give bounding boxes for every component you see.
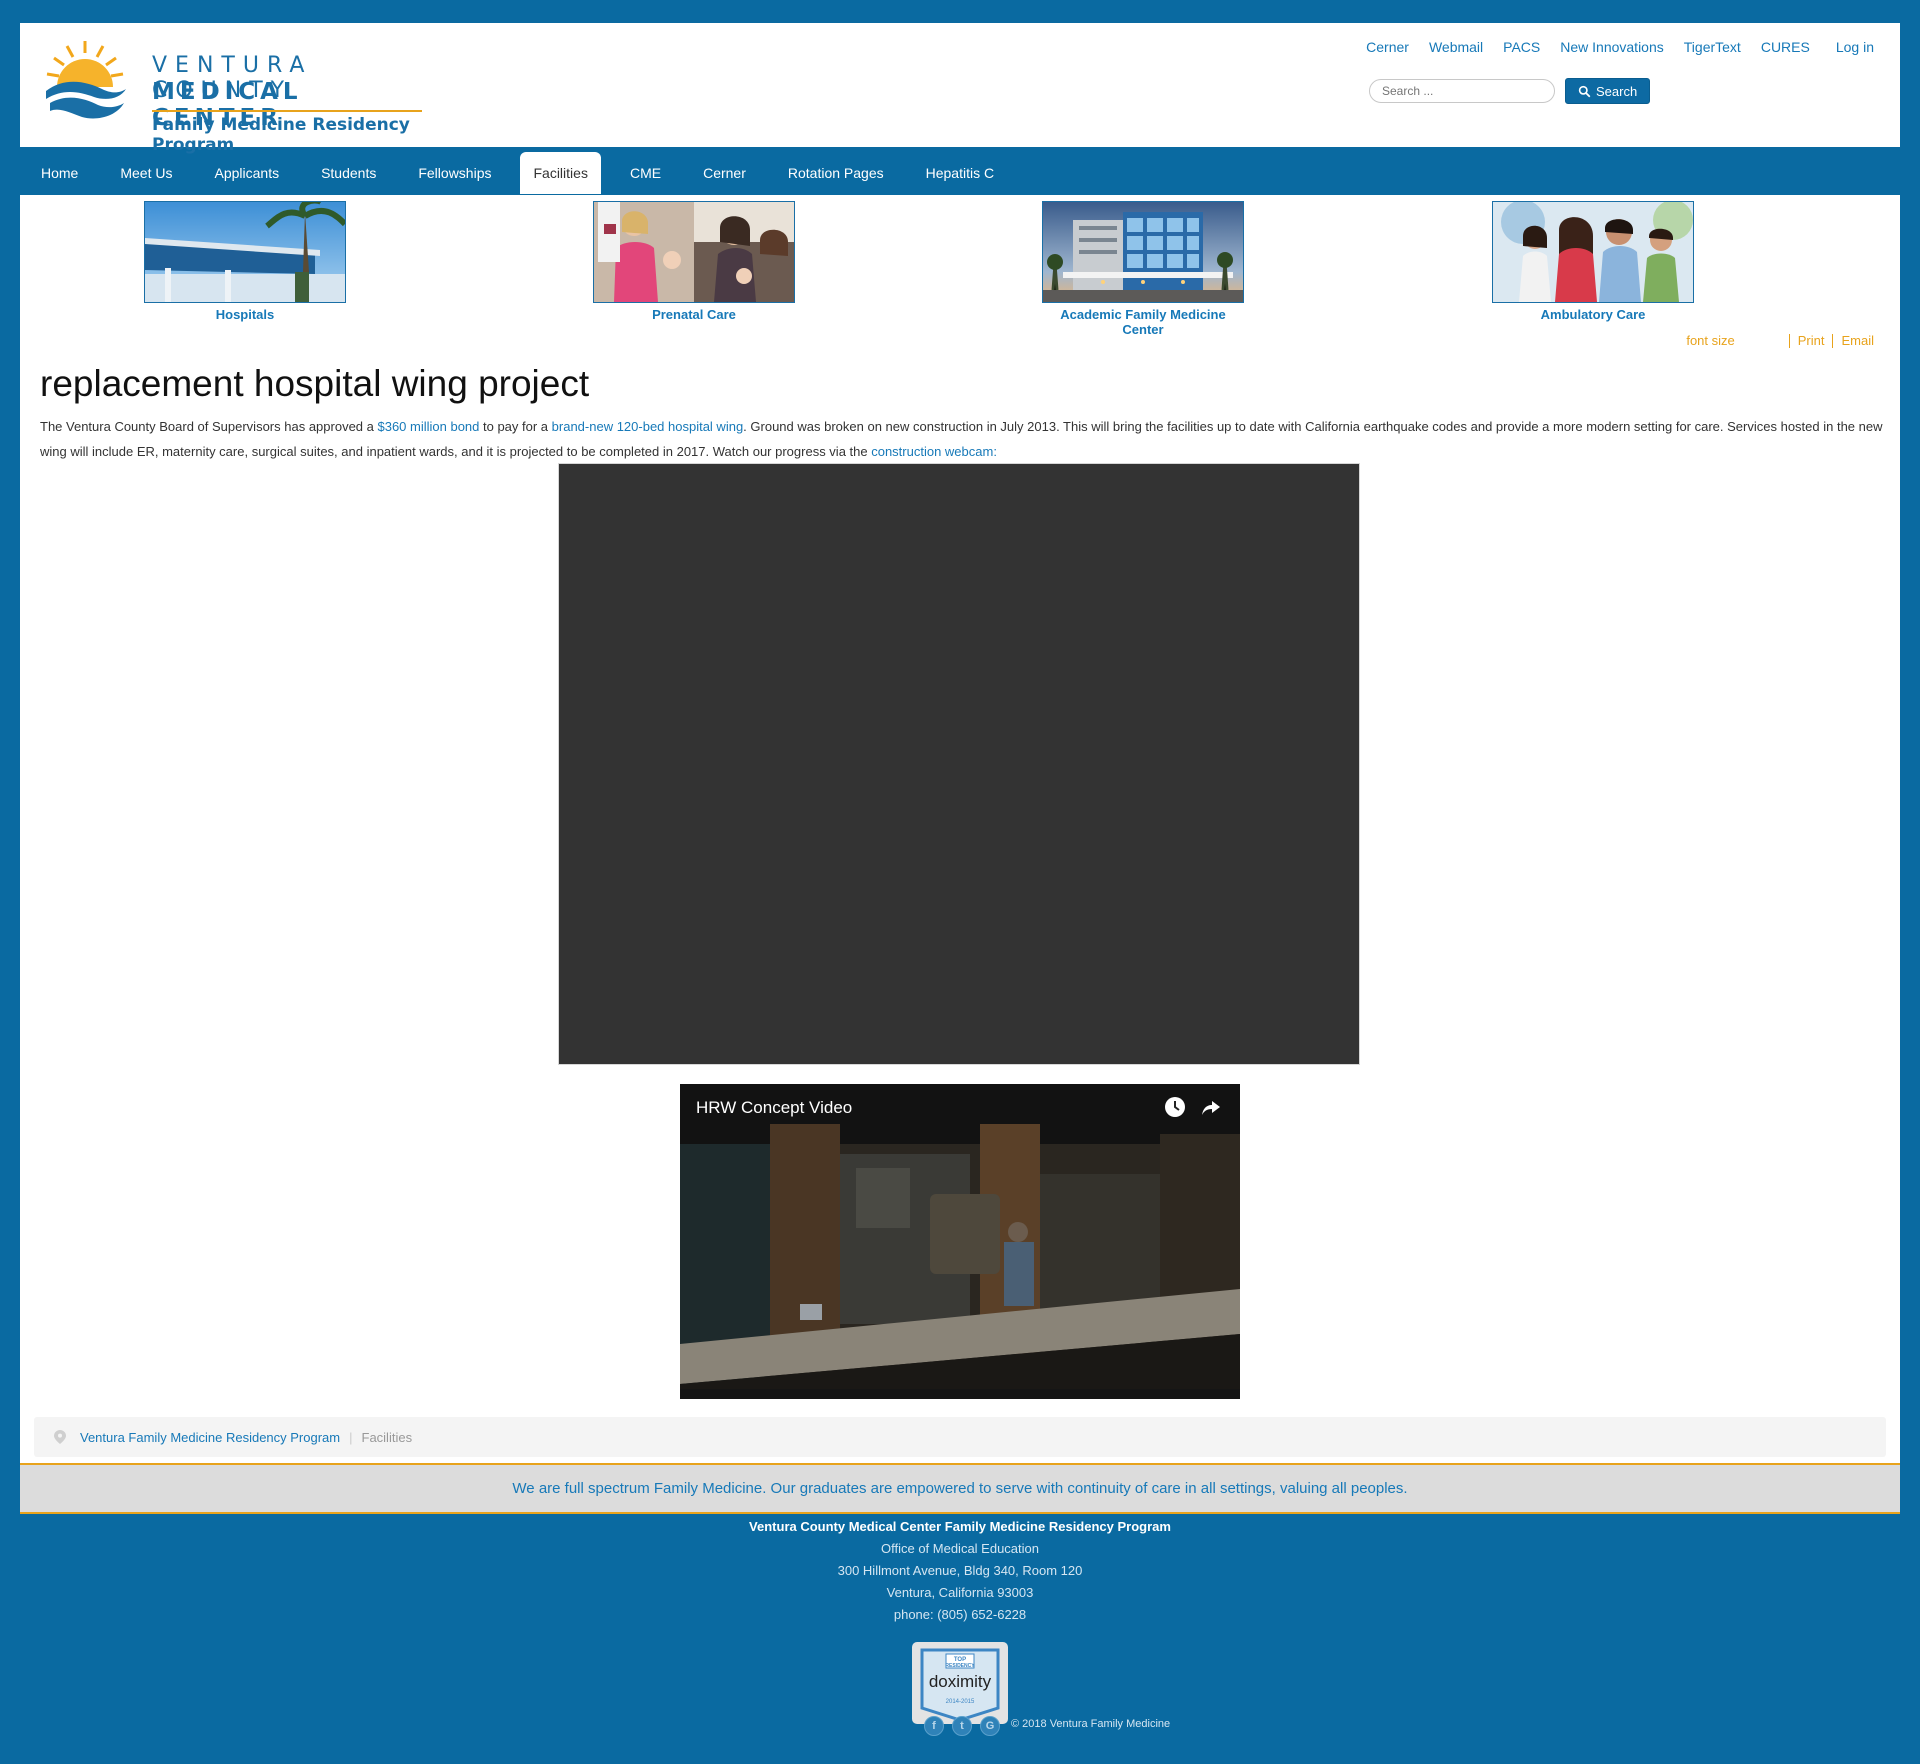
nav-item-hepatitis-c[interactable]: Hepatitis C [905,153,1015,193]
search-form: Search [1369,78,1651,104]
construction-webcam-link[interactable]: construction webcam: [871,444,997,459]
video-title[interactable]: HRW Concept Video [696,1098,852,1118]
hospitals-image[interactable] [144,201,346,303]
print-link[interactable]: Print [1798,333,1825,348]
nav-item-cerner[interactable]: Cerner [682,153,767,193]
nav-item-home[interactable]: Home [20,153,99,193]
concept-video-player[interactable]: HRW Concept Video [680,1084,1240,1399]
util-link-cures[interactable]: CURES [1761,39,1810,55]
util-link-new-innovations[interactable]: New Innovations [1560,39,1664,55]
tools-divider [1832,333,1834,348]
facility-caption-hospitals[interactable]: Hospitals [144,307,346,322]
font-size-control[interactable]: font size [1686,333,1734,348]
breadcrumb-current: Facilities [361,1429,413,1445]
badge-brand-text: doximity [929,1672,992,1691]
twitter-icon[interactable]: t [952,1716,972,1736]
main-nav: Home Meet Us Applicants Students Fellows… [20,147,1900,195]
facebook-icon[interactable]: f [924,1716,944,1736]
page: VENTURA COUNTY MEDICAL CENTER Family Med… [0,0,1920,1764]
footer-org-name: Ventura County Medical Center Family Med… [749,1519,1171,1534]
academic-family-medicine-center-image[interactable] [1042,201,1244,303]
breadcrumb-separator: | [349,1429,353,1445]
hospital-wing-link[interactable]: brand-new 120-bed hospital wing [552,419,744,434]
video-controls [1164,1096,1222,1118]
nav-item-students[interactable]: Students [300,153,397,193]
badge-years-text: 2014-2015 [946,1699,975,1705]
search-icon [1578,85,1591,97]
util-link-pacs[interactable]: PACS [1503,39,1540,55]
breadcrumb: Ventura Family Medicine Residency Progra… [34,1417,1886,1457]
search-input[interactable] [1369,79,1555,103]
article-intro: The Ventura County Board of Supervisors … [40,414,1890,464]
facility-card-hospitals[interactable]: Hospitals [144,201,346,322]
location-pin-icon [54,1430,66,1444]
bond-link[interactable]: $360 million bond [377,419,479,434]
doximity-badge-icon: TOP RESIDENCY doximity 2014-2015 [920,1648,1000,1722]
utility-links: Cerner Webmail PACS New Innovations Tige… [1366,39,1874,55]
main-content: Hospitals Prenatal Care Academic Family … [20,195,1900,1463]
mission-banner: We are full spectrum Family Medicine. Ou… [20,1463,1900,1514]
copyright: © 2018 Ventura Family Medicine [1011,1718,1171,1730]
facility-caption-prenatal-care[interactable]: Prenatal Care [593,307,795,322]
footer-address: 300 Hillmont Avenue, Bldg 340, Room 120 [837,1563,1083,1578]
nav-item-meet-us[interactable]: Meet Us [99,153,193,193]
mission-statement: We are full spectrum Family Medicine. Ou… [512,1480,1408,1497]
google-icon[interactable]: G [980,1716,1000,1736]
facility-caption-academic-family-medicine-center[interactable]: Academic Family Medicine Center [1042,307,1244,337]
badge-residency-text: RESIDENCY [945,1663,975,1669]
prenatal-care-image[interactable] [593,201,795,303]
email-link[interactable]: Email [1841,333,1874,348]
util-link-webmail[interactable]: Webmail [1429,39,1483,55]
social-links: f t G [924,1716,1000,1736]
page-title: replacement hospital wing project [40,363,590,404]
search-button-label: Search [1596,83,1638,99]
site-logo[interactable]: VENTURA COUNTY MEDICAL CENTER Family Med… [42,37,422,155]
construction-webcam-frame[interactable] [558,463,1360,1065]
share-icon[interactable] [1200,1096,1222,1118]
site-footer: Ventura County Medical Center Family Med… [0,1516,1920,1626]
article-tools: font size Print Email [1686,333,1874,348]
intro-text: The Ventura County Board of Supervisors … [40,419,378,434]
nav-item-facilities[interactable]: Facilities [520,152,601,194]
site-header: VENTURA COUNTY MEDICAL CENTER Family Med… [20,23,1900,155]
watch-later-icon[interactable] [1164,1096,1186,1118]
util-link-tigertext[interactable]: TigerText [1684,39,1741,55]
facility-card-prenatal-care[interactable]: Prenatal Care [593,201,795,322]
facility-caption-ambulatory-care[interactable]: Ambulatory Care [1492,307,1694,322]
facility-card-academic-family-medicine-center[interactable]: Academic Family Medicine Center [1042,201,1244,337]
facility-card-ambulatory-care[interactable]: Ambulatory Care [1492,201,1694,322]
nav-item-cme[interactable]: CME [609,153,682,193]
login-link[interactable]: Log in [1836,39,1874,55]
nav-item-rotation-pages[interactable]: Rotation Pages [767,153,905,193]
search-button[interactable]: Search [1565,78,1651,104]
logo-divider [152,110,422,112]
tools-divider [1788,333,1790,348]
footer-phone: phone: (805) 652-6228 [893,1607,1027,1622]
footer-office: Office of Medical Education [880,1541,1039,1556]
intro-text: to pay for a [479,419,552,434]
util-link-cerner[interactable]: Cerner [1366,39,1409,55]
sun-wave-logo-icon [46,41,126,119]
doximity-badge[interactable]: TOP RESIDENCY doximity 2014-2015 [912,1642,1008,1724]
breadcrumb-home-link[interactable]: Ventura Family Medicine Residency Progra… [80,1430,340,1445]
nav-item-fellowships[interactable]: Fellowships [397,153,512,193]
ambulatory-care-image[interactable] [1492,201,1694,303]
footer-city: Ventura, California 93003 [886,1585,1034,1600]
nav-item-applicants[interactable]: Applicants [193,153,300,193]
video-thumbnail [680,1084,1240,1399]
